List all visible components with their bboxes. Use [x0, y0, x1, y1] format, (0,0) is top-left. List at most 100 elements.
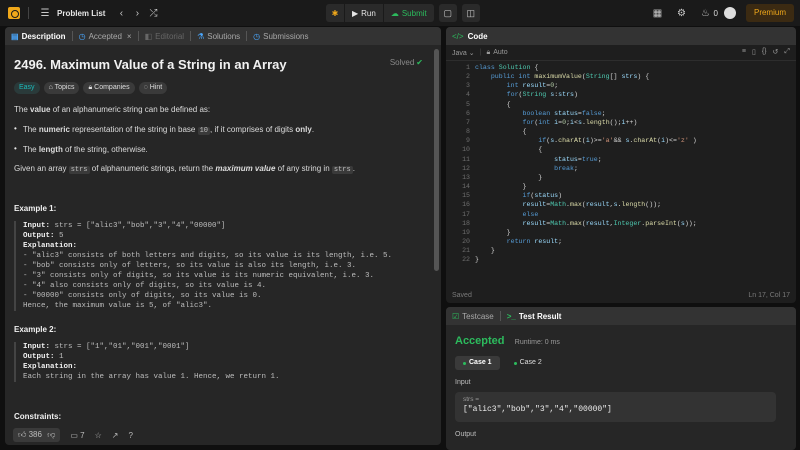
tab-editorial[interactable]: ◧ Editorial: [145, 32, 184, 41]
premium-button[interactable]: Premium: [745, 4, 794, 22]
chevron-left-icon[interactable]: ‹: [113, 5, 129, 21]
shuffle-icon[interactable]: ⤮: [145, 5, 161, 21]
right-tools: ▦ ⚙ ♨ 0 Premium: [650, 4, 800, 22]
explanation-line: - "alic3" consists of both letters and d…: [23, 252, 393, 260]
case-1-tab[interactable]: Case 1: [455, 356, 500, 370]
companies-chip[interactable]: 🔒︎ Companies: [83, 82, 135, 94]
lock-icon: 🔒︎: [486, 48, 491, 56]
lightbulb-icon: ◌: [143, 84, 148, 91]
top-bar: ☰ Problem List ‹ › ⤮ ✱ ▶ Run ☁ Submit ▢ …: [0, 0, 800, 26]
close-icon[interactable]: ×: [127, 32, 132, 41]
result-tabs: ☑ Testcase >_ Test Result: [446, 307, 796, 325]
divider: |: [479, 49, 482, 56]
tab-description[interactable]: ▤ Description: [11, 32, 66, 41]
format-icon[interactable]: ≡: [742, 48, 746, 56]
description-panel: ▤ Description ◷ Accepted × ◧ Editorial ⚗…: [5, 27, 441, 445]
list-icon[interactable]: ☰: [37, 5, 53, 21]
whiteboard-icon: ◫: [466, 7, 475, 18]
variable-name: strs =: [463, 396, 480, 403]
text: The: [22, 125, 39, 134]
leetcode-logo-icon[interactable]: [8, 7, 20, 19]
lock-icon: 🔒︎: [88, 84, 93, 91]
example-explanation-label: Explanation:: [23, 362, 422, 372]
code-toolbar: Java ⌄ | 🔒︎ Auto ≡ ▯ {} ↺ ⤢: [446, 45, 796, 61]
whiteboard-button[interactable]: ◫: [461, 4, 480, 22]
text: of an alphanumeric string can be defined…: [50, 105, 211, 114]
chip-label: Topics: [54, 84, 75, 91]
text: The: [22, 145, 39, 154]
comments-button[interactable]: ▭ 7: [70, 431, 84, 440]
bullet-dot: •: [14, 124, 17, 133]
text: of alphanumeric strings, return the: [89, 164, 216, 173]
example-input: Input: strs = ["alic3","bob","3","4","00…: [23, 221, 422, 231]
debug-button[interactable]: ✱: [326, 4, 344, 22]
list-item: • The length of the string, otherwise.: [14, 144, 422, 155]
expand-icon[interactable]: ⤢: [784, 48, 790, 56]
bookmark-icon[interactable]: ▯: [752, 48, 756, 56]
case-label: Case 1: [469, 359, 492, 366]
tab-label: Testcase: [462, 311, 494, 321]
tab-submissions[interactable]: ◷ Submissions: [253, 32, 308, 41]
case-2-tab[interactable]: Case 2: [506, 356, 550, 370]
run-button[interactable]: ▶ Run: [345, 4, 383, 22]
saved-status: Saved: [452, 292, 472, 299]
explanation-line: - "00000" consists only of digits, so it…: [23, 292, 262, 300]
solved-status: Solved ✔: [390, 58, 423, 67]
history-icon: ◷: [78, 31, 86, 41]
help-icon[interactable]: ?: [128, 431, 132, 440]
divider: [190, 31, 192, 41]
explanation-line: - "bob" consists only of letters, so its…: [23, 262, 357, 270]
code-text[interactable]: class Solution { public int maximumValue…: [475, 63, 697, 264]
text: Input:: [23, 343, 51, 351]
divider: [28, 7, 29, 19]
chip-label: Companies: [94, 84, 130, 91]
tab-label: Accepted: [88, 31, 122, 41]
tab-test-result[interactable]: >_ Test Result: [507, 312, 562, 321]
scrollbar[interactable]: [434, 49, 439, 271]
tab-testcase[interactable]: ☑ Testcase: [452, 312, 494, 321]
like-count: 386: [28, 430, 42, 439]
topics-chip[interactable]: ⌂ Topics: [43, 82, 80, 94]
text: 1: [54, 353, 64, 361]
language-select[interactable]: Java ⌄: [452, 49, 475, 57]
avatar[interactable]: [723, 7, 736, 19]
chip-label: Hint: [149, 84, 163, 91]
layout-icon[interactable]: ▦: [650, 5, 666, 21]
problem-list-link[interactable]: Problem List: [57, 9, 105, 18]
settings-gear-icon[interactable]: ⚙: [674, 5, 690, 21]
like-button[interactable]: 👍︎ 386 👎︎: [13, 428, 61, 442]
description-footer: 👍︎ 386 👎︎ ▭ 7 ☆ ↗ ?: [5, 425, 441, 445]
star-icon[interactable]: ☆: [95, 431, 102, 440]
submit-button[interactable]: ☁ Submit: [383, 4, 434, 22]
constraints-heading: Constraints:: [14, 412, 62, 421]
output-label: Output: [455, 431, 477, 438]
problem-title: 2496. Maximum Value of a String in an Ar…: [14, 57, 287, 72]
difficulty-badge: Easy: [14, 82, 40, 94]
comment-icon: ▭: [70, 430, 78, 440]
comment-count: 7: [80, 430, 85, 440]
inline-code: strs: [331, 166, 353, 174]
text: Explanation:: [23, 242, 78, 250]
given-text: Given an array strs of alphanumeric stri…: [14, 163, 422, 176]
braces-icon[interactable]: {}: [762, 48, 767, 56]
fire-streak-icon[interactable]: ♨: [698, 5, 714, 21]
reset-icon[interactable]: ↺: [773, 48, 779, 56]
hint-chip[interactable]: ◌ Hint: [138, 82, 168, 94]
auto-mode-label[interactable]: Auto: [493, 49, 507, 56]
tab-accepted[interactable]: ◷ Accepted ×: [79, 32, 132, 41]
divider: [246, 31, 248, 41]
tab-label: Description: [21, 31, 66, 41]
code-panel-header: </> Code: [446, 27, 796, 45]
tab-solutions[interactable]: ⚗ Solutions: [197, 32, 240, 41]
description-tabs: ▤ Description ◷ Accepted × ◧ Editorial ⚗…: [5, 27, 441, 45]
description-body: 2496. Maximum Value of a String in an Ar…: [5, 45, 431, 425]
share-icon[interactable]: ↗: [112, 431, 119, 440]
tab-label: Submissions: [263, 31, 309, 41]
code-editor[interactable]: 1 2 3 4 5 6 7 8 9 10 11 12 13 14 15 16 1…: [446, 61, 796, 271]
verdict-accepted: Accepted: [455, 335, 505, 347]
code-toolbar-actions: ≡ ▯ {} ↺ ⤢: [742, 48, 790, 56]
cloud-upload-icon: ☁: [390, 8, 399, 18]
notes-button[interactable]: ▢: [438, 4, 457, 22]
chevron-right-icon[interactable]: ›: [129, 5, 145, 21]
example-1-block: Input: strs = ["alic3","bob","3","4","00…: [14, 221, 422, 311]
